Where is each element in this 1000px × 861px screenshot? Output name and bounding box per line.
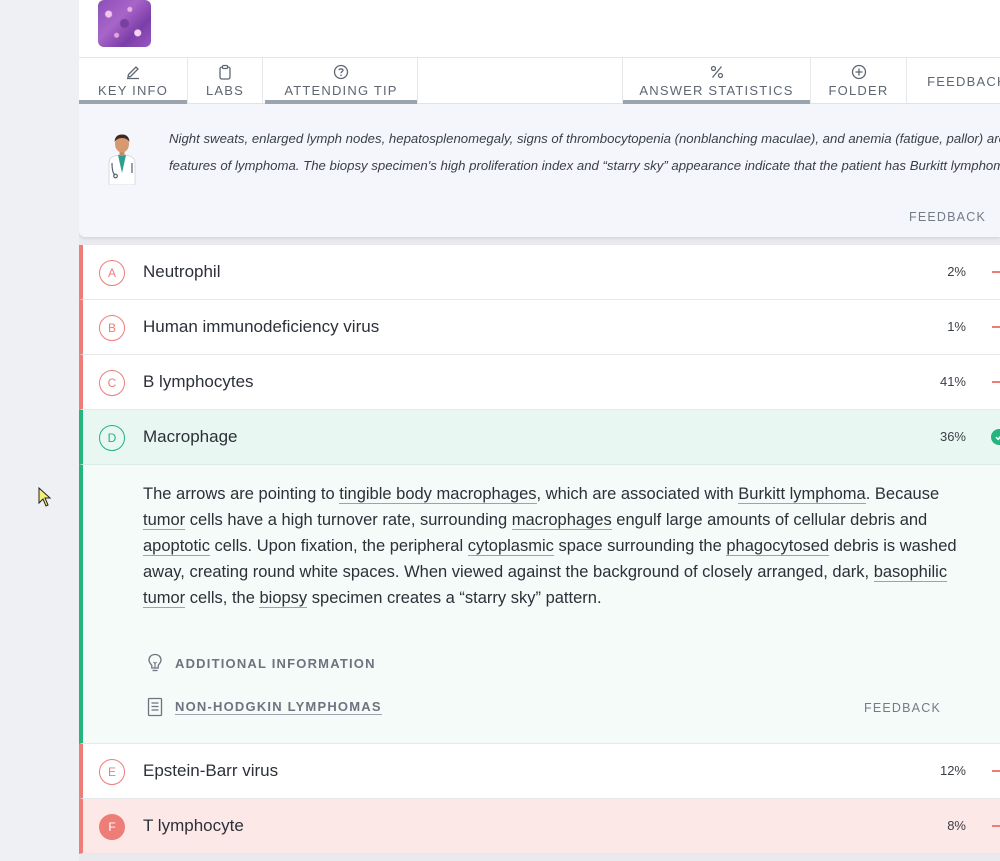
tab-answer-statistics-label: ANSWER STATISTICS <box>639 83 794 98</box>
answer-letter: D <box>99 425 125 451</box>
incorrect-dash-icon <box>992 825 1000 827</box>
answer-percentage: 2% <box>947 264 966 279</box>
term-link[interactable]: cytoplasmic <box>467 537 554 556</box>
biopsy-thumbnail[interactable] <box>98 0 151 47</box>
pencil-icon <box>125 64 141 80</box>
image-strip <box>79 0 1000 58</box>
article-icon <box>147 697 163 717</box>
explanation-segment: specimen creates a “starry sky” pattern. <box>307 589 602 607</box>
tab-labs[interactable]: LABS <box>188 58 263 104</box>
additional-information-label: ADDITIONAL INFORMATION <box>175 655 376 671</box>
tab-feedback[interactable]: FEEDBACK <box>907 58 1000 104</box>
answer-percentage: 12% <box>939 763 966 778</box>
answer-text: Neutrophil <box>143 262 221 281</box>
explanation-feedback-link[interactable]: FEEDBACK <box>864 701 941 715</box>
attending-tip-text: Night sweats, enlarged lymph nodes, hepa… <box>169 131 1000 173</box>
tab-bar: KEY INFO LABS ATTENDING TIP ANSWER STATI… <box>79 58 1000 104</box>
tab-attending-tip-label: ATTENDING TIP <box>284 83 398 98</box>
question-panel: KEY INFO LABS ATTENDING TIP ANSWER STATI… <box>79 0 1000 861</box>
answer-row-b[interactable]: B Human immunodeficiency virus 1% <box>79 300 1000 355</box>
tab-labs-label: LABS <box>205 83 245 98</box>
answer-text: Epstein-Barr virus <box>143 761 279 780</box>
explanation-segment: space surrounding the <box>553 537 727 555</box>
term-link[interactable]: macrophages <box>511 511 612 530</box>
question-circle-icon <box>333 64 349 80</box>
term-link[interactable]: tumor <box>143 589 186 608</box>
answer-row-e[interactable]: E Epstein-Barr virus 12% <box>79 744 1000 799</box>
answer-row-f[interactable]: F T lymphocyte 8% <box>79 799 1000 854</box>
answer-letter: E <box>99 759 125 785</box>
answer-letter: A <box>99 260 125 286</box>
tab-key-info-label: KEY INFO <box>97 83 169 98</box>
article-link-non-hodgkin-lymphomas[interactable]: NON-HODGKIN LYMPHOMAS <box>147 697 382 717</box>
tab-attending-tip[interactable]: ATTENDING TIP <box>265 58 418 104</box>
term-link[interactable]: Burkitt lymphoma <box>738 485 866 504</box>
incorrect-dash-icon <box>992 271 1000 273</box>
answer-text: Human immunodeficiency virus <box>143 317 380 336</box>
explanation-segment: cells, the <box>185 589 260 607</box>
answer-letter: B <box>99 315 125 341</box>
tab-feedback-label: FEEDBACK <box>927 73 1000 89</box>
answer-letter: C <box>99 370 125 396</box>
explanation-segment: The arrows are pointing to <box>143 485 340 503</box>
answer-explanation: The arrows are pointing to tingible body… <box>79 465 1000 744</box>
explanation-segment: , which are associated with <box>536 485 739 503</box>
lightbulb-icon <box>148 653 162 672</box>
term-link[interactable]: basophilic <box>873 563 948 582</box>
answer-text: T lymphocyte <box>143 816 244 835</box>
answer-choices: A Neutrophil 2% B Human immunodeficiency… <box>79 245 1000 854</box>
left-gutter <box>0 0 79 861</box>
mouse-cursor-icon <box>38 487 52 507</box>
tip-feedback-link[interactable]: FEEDBACK <box>909 210 986 224</box>
incorrect-dash-icon <box>992 770 1000 772</box>
explanation-segment: engulf large amounts of cellular debris … <box>611 511 928 529</box>
doctor-avatar-icon <box>108 134 136 185</box>
attending-tip-box: Night sweats, enlarged lymph nodes, hepa… <box>79 104 1000 237</box>
additional-information-toggle[interactable]: ADDITIONAL INFORMATION <box>147 653 376 673</box>
answer-percentage: 41% <box>939 374 966 389</box>
explanation-segment: . Because <box>865 485 940 503</box>
incorrect-dash-icon <box>992 381 1000 383</box>
explanation-segment: cells have a high turnover rate, surroun… <box>185 511 512 529</box>
answer-text: Macrophage <box>143 427 238 446</box>
explanation-segment: cells. Upon fixation, the peripheral <box>209 537 468 555</box>
term-link[interactable]: phagocytosed <box>726 537 830 556</box>
answer-percentage: 8% <box>947 818 966 833</box>
explanation-text: The arrows are pointing to tingible body… <box>143 481 963 611</box>
incorrect-dash-icon <box>992 326 1000 328</box>
plus-circle-icon <box>851 64 867 80</box>
answer-row-c[interactable]: C B lymphocytes 41% <box>79 355 1000 410</box>
answer-percentage: 1% <box>947 319 966 334</box>
percent-icon <box>709 64 725 80</box>
answer-text: B lymphocytes <box>143 372 254 391</box>
term-link[interactable]: tumor <box>143 511 186 530</box>
clipboard-icon <box>217 64 233 80</box>
answer-row-a[interactable]: A Neutrophil 2% <box>79 245 1000 300</box>
answer-percentage: 36% <box>939 429 966 444</box>
answer-letter: F <box>99 814 125 840</box>
term-link[interactable]: biopsy <box>259 589 308 608</box>
tab-answer-statistics[interactable]: ANSWER STATISTICS <box>622 58 811 104</box>
term-link[interactable]: tingible body macrophages <box>339 485 537 504</box>
answer-row-d[interactable]: D Macrophage 36% <box>79 410 1000 465</box>
explanation-header-card: KEY INFO LABS ATTENDING TIP ANSWER STATI… <box>79 0 1000 237</box>
correct-check-icon <box>991 429 1000 445</box>
term-link[interactable]: apoptotic <box>143 537 210 556</box>
article-link-label: NON-HODGKIN LYMPHOMAS <box>175 699 382 715</box>
tab-folder-label: FOLDER <box>828 83 889 98</box>
tab-key-info[interactable]: KEY INFO <box>79 58 188 104</box>
tab-folder[interactable]: FOLDER <box>811 58 907 104</box>
